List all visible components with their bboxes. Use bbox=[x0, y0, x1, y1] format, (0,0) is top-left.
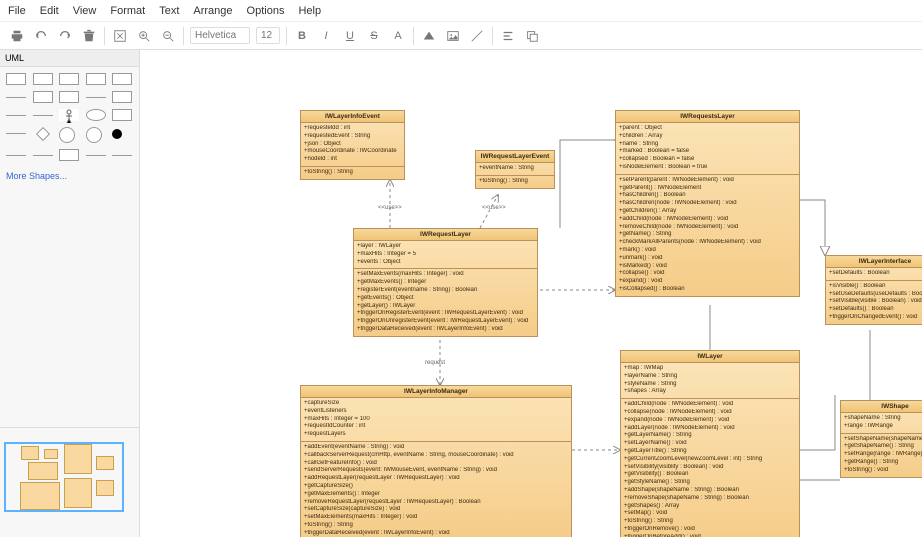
strike-icon[interactable]: S bbox=[365, 27, 383, 45]
copy-icon[interactable] bbox=[523, 27, 541, 45]
menu-options[interactable]: Options bbox=[247, 5, 285, 17]
line-icon[interactable] bbox=[468, 27, 486, 45]
shape-class[interactable] bbox=[6, 73, 26, 85]
class-IWLayerInterface[interactable]: IWLayerInterface +setDefaults : Boolean … bbox=[825, 255, 922, 325]
class-IWRequestLayer[interactable]: IWRequestLayer +layer : IWLayer +maxHits… bbox=[353, 228, 538, 337]
separator bbox=[492, 27, 493, 45]
class-title: IWLayerInterface bbox=[826, 256, 922, 268]
font-color-icon[interactable]: A bbox=[389, 27, 407, 45]
zoom-in-icon[interactable] bbox=[135, 27, 153, 45]
print-icon[interactable] bbox=[8, 27, 26, 45]
shape-class3[interactable] bbox=[59, 73, 79, 85]
separator bbox=[413, 27, 414, 45]
shape-line2[interactable] bbox=[86, 97, 106, 98]
menu-format[interactable]: Format bbox=[110, 5, 145, 17]
class-title: IWRequestsLayer bbox=[616, 111, 799, 123]
shape-actor[interactable] bbox=[59, 109, 79, 121]
undo-icon[interactable] bbox=[32, 27, 50, 45]
stereotype-label: <<use>> bbox=[482, 205, 506, 211]
menu-help[interactable]: Help bbox=[298, 5, 321, 17]
sidebar-section-label: UML bbox=[0, 50, 139, 67]
shape-diamond[interactable] bbox=[36, 127, 50, 141]
class-ops: +toString() : String bbox=[301, 167, 404, 179]
underline-icon[interactable]: U bbox=[341, 27, 359, 45]
shape-rect2[interactable] bbox=[59, 91, 79, 103]
class-attrs: +requesteldd : int +requestedEvent : Str… bbox=[301, 123, 404, 167]
shape-line[interactable] bbox=[6, 97, 26, 98]
shape-rect[interactable] bbox=[33, 91, 53, 103]
italic-icon[interactable]: I bbox=[317, 27, 335, 45]
bold-icon[interactable]: B bbox=[293, 27, 311, 45]
shape-palette bbox=[0, 67, 139, 167]
separator bbox=[104, 27, 105, 45]
canvas[interactable]: <<use>> <<use>> request IWLayerInfoEvent… bbox=[140, 50, 922, 537]
redo-icon[interactable] bbox=[56, 27, 74, 45]
menu-view[interactable]: View bbox=[73, 5, 97, 17]
separator bbox=[286, 27, 287, 45]
image-icon[interactable] bbox=[444, 27, 462, 45]
menu-arrange[interactable]: Arrange bbox=[193, 5, 232, 17]
shape-assoc[interactable] bbox=[6, 115, 26, 116]
shape-pkg[interactable] bbox=[59, 149, 79, 161]
class-IWLayer[interactable]: IWLayer +map : IWMap +layerName : String… bbox=[620, 350, 800, 537]
more-shapes-link[interactable]: More Shapes... bbox=[0, 167, 139, 185]
class-IWLayerInfoManager[interactable]: IWLayerInfoManager +captureSize +eventLi… bbox=[300, 385, 572, 537]
sidebar: UML More Sh bbox=[0, 50, 140, 537]
shape-assoc2[interactable] bbox=[33, 115, 53, 116]
shape-rect3[interactable] bbox=[112, 91, 132, 103]
align-icon[interactable] bbox=[499, 27, 517, 45]
class-title: IWRequestLayerEvent bbox=[476, 151, 554, 163]
delete-icon[interactable] bbox=[80, 27, 98, 45]
zoom-out-icon[interactable] bbox=[159, 27, 177, 45]
shape-class5[interactable] bbox=[112, 73, 132, 85]
outline-panel[interactable] bbox=[0, 427, 139, 537]
stereotype-label: request bbox=[425, 360, 445, 366]
class-IWLayerInfoEvent[interactable]: IWLayerInfoEvent +requesteldd : int +req… bbox=[300, 110, 405, 180]
shape-class4[interactable] bbox=[86, 73, 106, 85]
shape-conn[interactable] bbox=[6, 155, 26, 156]
toolbar: B I U S A bbox=[0, 22, 922, 50]
class-title: IWRequestLayer bbox=[354, 229, 537, 241]
class-title: IWShape bbox=[841, 401, 922, 413]
class-title: IWLayerInfoEvent bbox=[301, 111, 404, 123]
outline-viewport[interactable] bbox=[4, 442, 124, 512]
shape-circle[interactable] bbox=[59, 127, 75, 143]
shape-dep[interactable] bbox=[6, 133, 26, 134]
shape-class2[interactable] bbox=[33, 73, 53, 85]
fit-icon[interactable] bbox=[111, 27, 129, 45]
class-title: IWLayer bbox=[621, 351, 799, 363]
class-IWShape[interactable]: IWShape +shapeName : String +range : IWR… bbox=[840, 400, 922, 478]
class-title: IWLayerInfoManager bbox=[301, 386, 571, 398]
size-select[interactable] bbox=[256, 27, 280, 44]
menu-edit[interactable]: Edit bbox=[40, 5, 59, 17]
shape-note[interactable] bbox=[112, 109, 132, 121]
shape-conn2[interactable] bbox=[33, 155, 53, 156]
class-IWRequestLayerEvent[interactable]: IWRequestLayerEvent +eventName : String … bbox=[475, 150, 555, 189]
shape-conn3[interactable] bbox=[86, 155, 106, 156]
font-select[interactable] bbox=[190, 27, 250, 44]
class-IWRequestsLayer[interactable]: IWRequestsLayer +parent : Object +childr… bbox=[615, 110, 800, 297]
shape-circle2[interactable] bbox=[86, 127, 102, 143]
separator bbox=[183, 27, 184, 45]
stereotype-label: <<use>> bbox=[378, 205, 402, 211]
shape-usecase[interactable] bbox=[86, 109, 106, 121]
menu-text[interactable]: Text bbox=[159, 5, 179, 17]
menubar: File Edit View Format Text Arrange Optio… bbox=[0, 0, 922, 22]
menu-file[interactable]: File bbox=[8, 5, 26, 17]
fill-icon[interactable] bbox=[420, 27, 438, 45]
shape-conn4[interactable] bbox=[112, 155, 132, 156]
shape-dot[interactable] bbox=[112, 129, 122, 139]
